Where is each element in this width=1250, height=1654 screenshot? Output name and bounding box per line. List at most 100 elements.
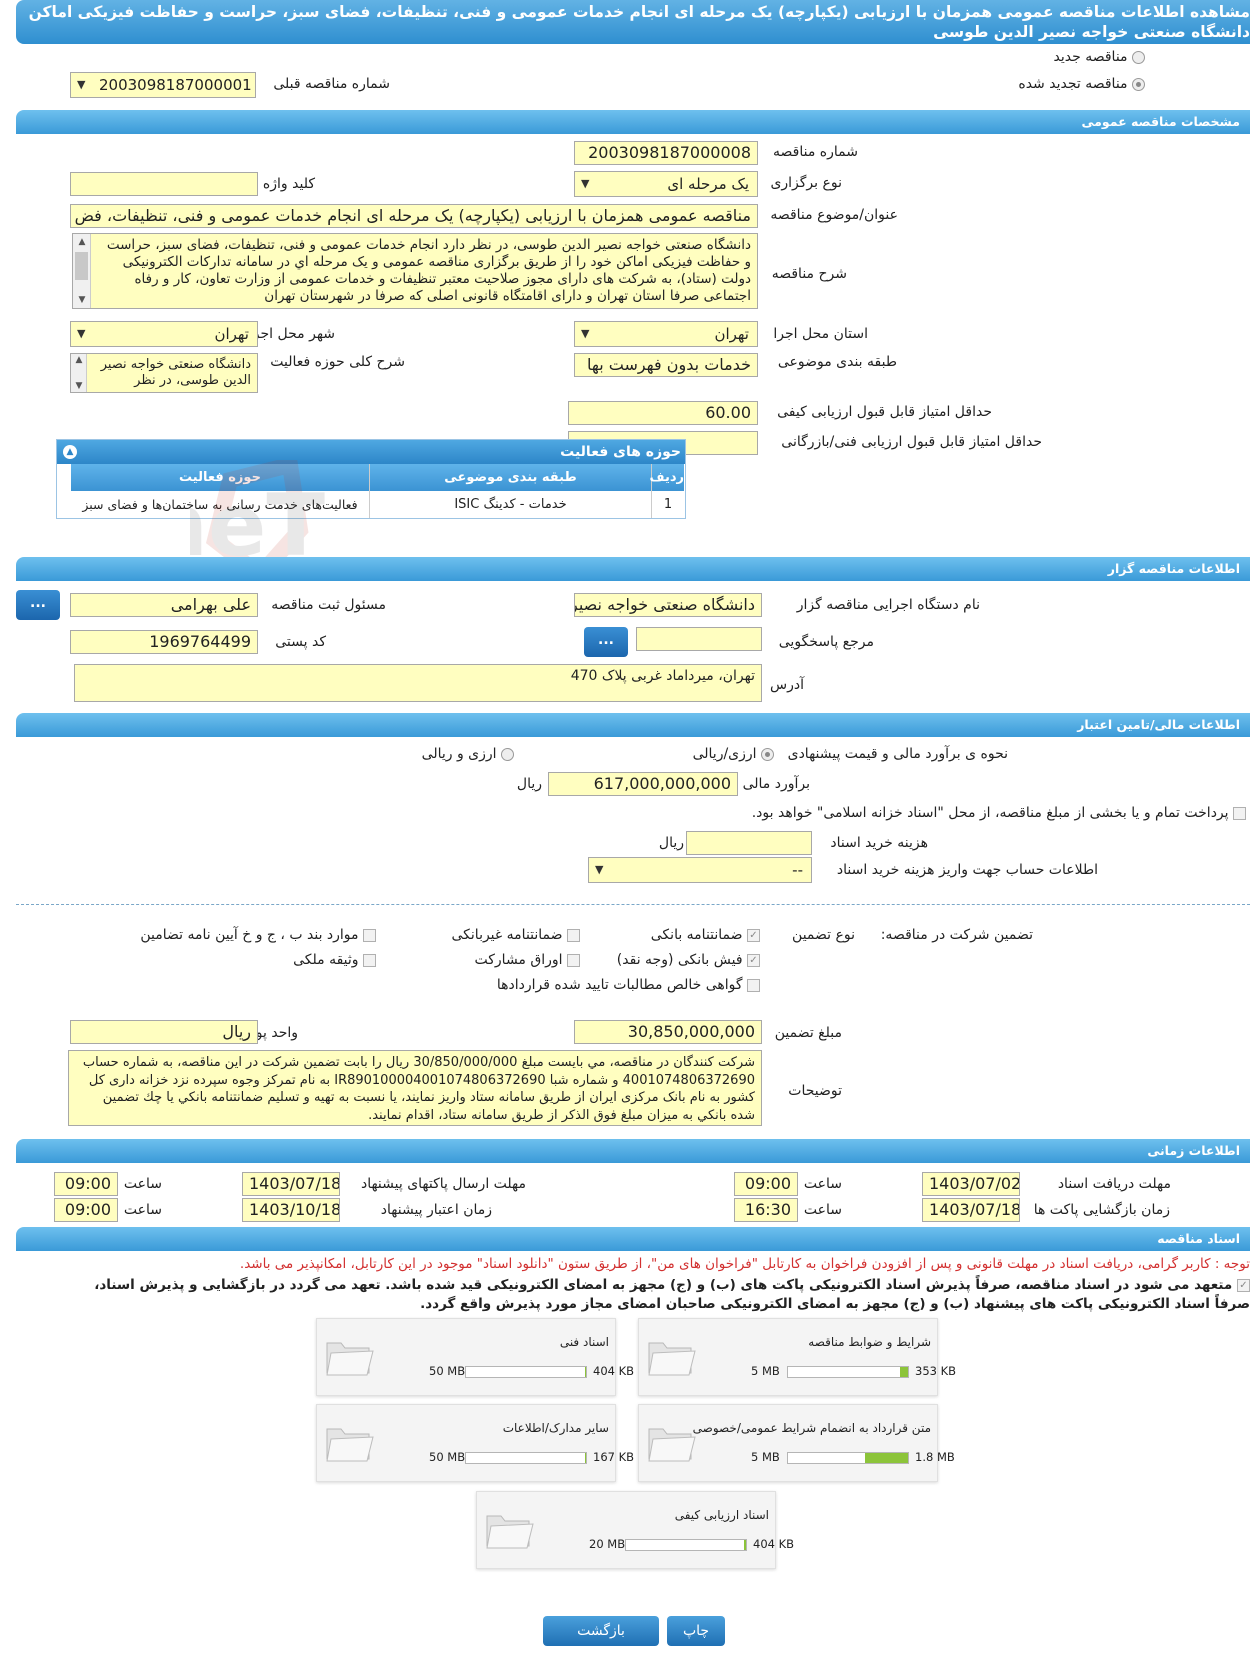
registrar-label: مسئول ثبت مناقصه [271, 597, 386, 613]
column-header: طبقه بندی موضوعی [369, 464, 651, 491]
estimate-currency: ریال [516, 776, 542, 792]
subject-field[interactable]: مناقصه عمومی همزمان با ارزیابی (یکپارچه)… [70, 204, 758, 228]
type-select[interactable]: یک مرحله ای ▼ [574, 171, 758, 197]
checkbox-icon [363, 928, 376, 942]
prev-number-select[interactable]: 2003098187000001 ▼ [70, 72, 256, 98]
scroll-up-icon[interactable]: ▲ [73, 234, 91, 250]
doc-fee-currency: ریال [658, 835, 684, 851]
guarantee-option[interactable]: وثیقه ملکی [293, 952, 376, 968]
document-size-bar [465, 1366, 587, 1378]
min-tech-label: حداقل امتیاز قابل قبول ارزیابی فنی/بازرگ… [781, 434, 1042, 450]
folder-icon [326, 1428, 374, 1462]
send-date[interactable]: 1403/07/18 [242, 1172, 340, 1196]
document-card[interactable]: اسناد فنی 404 KB 50 MB [316, 1318, 634, 1396]
desc-textarea[interactable]: ▲ ▼ دانشگاه صنعتی خواجه نصیر الدین طوسی، … [72, 233, 758, 309]
time-label: ساعت [123, 1202, 162, 1218]
validity-date[interactable]: 1403/10/18 [242, 1198, 340, 1222]
open-time[interactable]: 16:30 [734, 1198, 798, 1222]
activities-table: حوزه های فعالیت ▲ ردیف طبقه بندی موضوعی ح… [56, 439, 686, 519]
guarantee-option[interactable]: ضمانتنامه غیربانکی [452, 927, 580, 943]
print-button[interactable]: چاپ [667, 1616, 725, 1646]
chevron-down-icon: ▼ [581, 177, 590, 190]
validity-time[interactable]: 09:00 [54, 1198, 118, 1222]
min-quality-label: حداقل امتیاز قابل قبول ارزیابی کیفی [777, 404, 992, 420]
general-section-header: مشخصات مناقصه عمومی [16, 110, 1250, 134]
size-bar-fill [584, 1367, 586, 1377]
document-size: 404 KB [593, 1364, 635, 1378]
city-select[interactable]: تهران ▼ [70, 321, 258, 347]
chevron-down-icon: ▼ [77, 78, 86, 91]
checkbox-checked-icon: ✓ [1237, 1278, 1250, 1292]
address-textarea[interactable]: تهران، میرداماد غربی پلاک 470 [74, 664, 762, 702]
estimate-label: برآورد مالی [742, 776, 810, 792]
treasury-checkbox[interactable]: پرداخت تمام و یا بخشی از مبلغ مناقصه، از… [752, 805, 1246, 821]
currency-field[interactable]: ریال [70, 1020, 258, 1044]
scrollbar[interactable]: ▲ ▼ [71, 354, 87, 392]
checkbox-checked-icon: ✓ [747, 953, 760, 967]
postal-field[interactable]: 1969764499 [70, 630, 258, 654]
province-select[interactable]: تهران ▼ [574, 321, 758, 347]
checkbox-icon [747, 978, 760, 992]
doc-receive-time[interactable]: 09:00 [734, 1172, 798, 1196]
activity-desc-textarea[interactable]: ▲ ▼ دانشگاه صنعتی خواجه نصیر الدین طوسی، … [70, 353, 258, 393]
document-size-bar [787, 1452, 909, 1464]
category-field[interactable]: خدمات بدون فهرست بها [574, 353, 758, 377]
account-label: اطلاعات حساب جهت واریز هزینه خرید اسناد [836, 862, 1098, 878]
row-field: فعالیت‌های خدمت رسانی به ساختمان‌ها و فض… [82, 497, 358, 512]
collapse-icon[interactable]: ▲ [63, 445, 77, 459]
min-quality-field[interactable]: 60.00 [568, 401, 758, 425]
guarantee-type-label: نوع تضمین [792, 927, 855, 943]
document-card[interactable]: سایر مدارک/اطلاعات 167 KB 50 MB [316, 1404, 634, 1482]
commitment-line-2: صرفاً اسناد الکترونیکی پاکت های پیشنهاد … [420, 1296, 1250, 1312]
guarantee-option[interactable]: موارد بند ب ، ج و خ آیین نامه تضامین [140, 927, 376, 943]
table-row[interactable]: 1 خدمات - کدینگ ISIC فعالیت‌های خدمت رسا… [71, 491, 684, 518]
finance-section-header: اطلاعات مالی/تامین اعتبار [16, 713, 1250, 737]
validity-label: زمان اعتبار پیشنهاد [380, 1202, 492, 1218]
keyword-field[interactable] [70, 172, 258, 196]
document-card[interactable]: اسناد ارزیابی کیفی 404 KB 20 MB [476, 1491, 794, 1569]
registrar-lookup-button[interactable]: ... [16, 590, 60, 620]
document-card[interactable]: شرایط و ضوابط مناقصه 353 KB 5 MB [638, 1318, 956, 1396]
back-button[interactable]: بازگشت [543, 1616, 659, 1646]
ref-lookup-button[interactable]: ... [584, 627, 628, 657]
guarantee-option[interactable]: ✓ فیش بانکی (وجه نقد) [617, 952, 760, 968]
document-size: 167 KB [593, 1450, 635, 1464]
estimate-field[interactable]: 617,000,000,000 [548, 772, 738, 796]
checkbox-icon [567, 928, 580, 942]
doc-receive-date[interactable]: 1403/07/02 [922, 1172, 1020, 1196]
postal-label: کد پستی [275, 634, 326, 650]
guarantee-option[interactable]: گواهی خالص مطالبات تایید شده قراردادها [497, 977, 760, 993]
send-time[interactable]: 09:00 [54, 1172, 118, 1196]
scroll-down-icon[interactable]: ▼ [73, 292, 91, 308]
chevron-down-icon: ▼ [595, 863, 604, 876]
org-field[interactable]: دانشگاه صنعتی خواجه نصیر [574, 593, 762, 617]
guarantee-option[interactable]: اوراق مشارکت [475, 952, 580, 968]
radio-selected-icon [761, 747, 774, 761]
time-label: ساعت [123, 1176, 162, 1192]
registrar-field[interactable]: علی بهرامی [70, 593, 258, 617]
prev-number-label: شماره مناقصه قبلی [273, 76, 390, 92]
document-max-size: 5 MB [751, 1364, 780, 1378]
tender-number-field[interactable]: 2003098187000008 [574, 141, 758, 165]
new-tender-radio[interactable]: مناقصه جدید [1054, 49, 1145, 65]
desc-label: شرح مناقصه [771, 266, 847, 282]
renewed-tender-radio[interactable]: مناقصه تجدید شده [1018, 76, 1145, 92]
notes-textarea[interactable]: شرکت کنندگان در مناقصه، مي بايست مبلغ 30… [68, 1050, 762, 1126]
scrollbar[interactable]: ▲ ▼ [73, 234, 91, 308]
guarantee-amount-field[interactable]: 30,850,000,000 [574, 1020, 762, 1044]
mode-rial-radio[interactable]: ارزی/ریالی [693, 746, 774, 762]
ref-field[interactable] [636, 627, 762, 651]
open-date[interactable]: 1403/07/18 [922, 1198, 1020, 1222]
document-max-size: 20 MB [589, 1537, 626, 1551]
scroll-down-icon[interactable]: ▼ [71, 380, 87, 392]
mode-fx-radio[interactable]: ارزی و ریالی [422, 746, 514, 762]
doc-fee-field[interactable] [686, 831, 812, 855]
scroll-up-icon[interactable]: ▲ [71, 354, 87, 366]
guarantee-option[interactable]: ✓ ضمانتنامه بانکی [651, 927, 760, 943]
document-card[interactable]: متن قرارداد به انضمام شرایط عمومی/خصوصی … [638, 1404, 955, 1482]
commitment-checkbox[interactable]: ✓ متعهد می شود در اسناد مناقصه، صرفاً پذ… [94, 1277, 1250, 1293]
doc-receive-label: مهلت دریافت اسناد [1057, 1176, 1171, 1192]
account-select[interactable]: -- ▼ [588, 857, 812, 883]
document-size: 404 KB [753, 1537, 795, 1551]
document-size-bar [625, 1539, 747, 1551]
